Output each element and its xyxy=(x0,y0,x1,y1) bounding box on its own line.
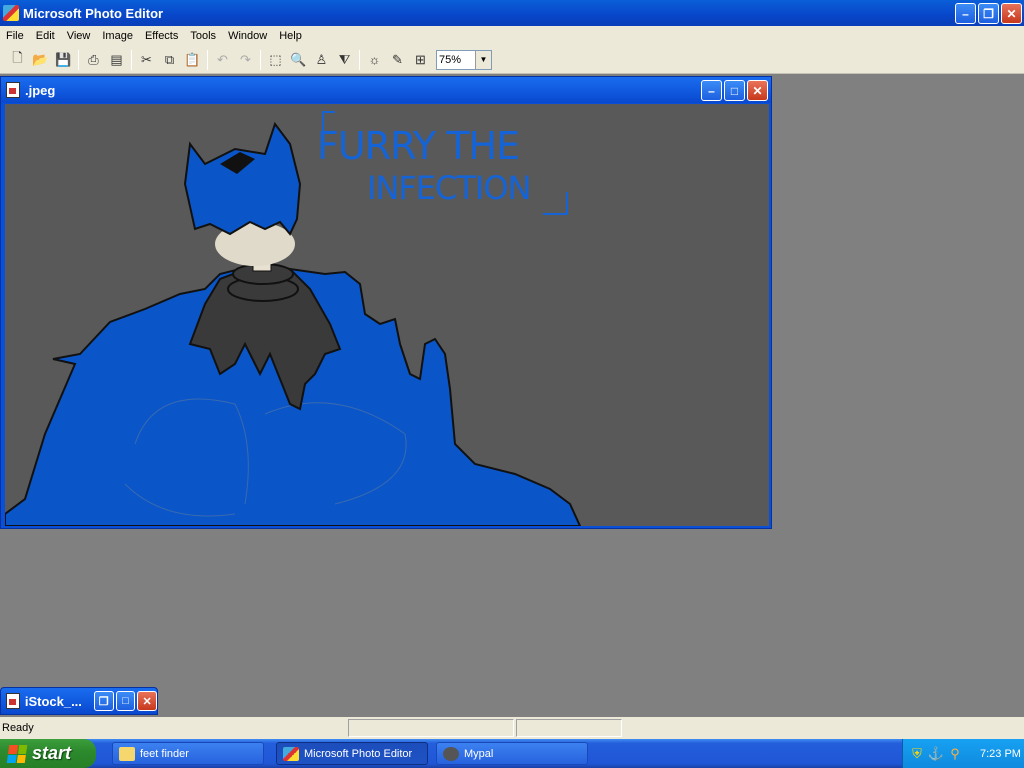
sharpen-icon[interactable]: ⧨ xyxy=(333,49,356,71)
document-maximize-button[interactable]: □ xyxy=(724,80,745,101)
menu-file[interactable]: File xyxy=(0,30,30,42)
photo-editor-app-icon xyxy=(283,746,299,761)
toolbar-separator xyxy=(260,49,261,70)
start-button[interactable]: start xyxy=(0,739,96,768)
app-title: Microsoft Photo Editor xyxy=(23,5,164,21)
toolbar-separator xyxy=(78,49,79,70)
zoom-select[interactable]: 75% ▼ xyxy=(436,49,492,70)
copy-icon[interactable]: ⧉ xyxy=(158,49,181,71)
taskbar: start feet finder Microsoft Photo Editor… xyxy=(0,739,1024,768)
status-bar: Ready xyxy=(0,717,1024,739)
menu-edit[interactable]: Edit xyxy=(30,30,61,42)
image-canvas[interactable]: FURRY THE INFECTION xyxy=(5,104,769,526)
print-icon[interactable]: ⎙ xyxy=(82,49,105,71)
status-text: Ready xyxy=(2,722,34,734)
drawing-blue-head xyxy=(183,121,302,236)
security-shield-icon[interactable]: ⛨ xyxy=(909,746,925,762)
menu-effects[interactable]: Effects xyxy=(139,30,184,42)
zoom-icon[interactable]: 🔍 xyxy=(287,49,310,71)
taskbar-item-feet-finder[interactable]: feet finder xyxy=(112,742,264,765)
document-minimize-button[interactable]: – xyxy=(701,80,722,101)
undo-icon[interactable]: ↶ xyxy=(211,49,234,71)
menu-help[interactable]: Help xyxy=(273,30,308,42)
zoom-value: 75% xyxy=(439,53,462,66)
search-icon[interactable]: ⚲ xyxy=(947,746,963,762)
status-panel xyxy=(348,719,514,737)
cut-icon[interactable]: ✂ xyxy=(135,49,158,71)
menu-bar: File Edit View Image Effects Tools Windo… xyxy=(0,26,1024,46)
menu-image[interactable]: Image xyxy=(96,30,139,42)
mypal-browser-icon xyxy=(443,746,459,761)
balance-icon[interactable]: ☼ xyxy=(363,49,386,71)
status-panel xyxy=(516,719,622,737)
app-minimize-button[interactable]: – xyxy=(955,3,976,24)
toolbar: 🗋 📂 💾 ⎙ ▤ ✂ ⧉ 📋 ↶ ↷ ⬚ 🔍 ♙ ⧨ ☼ ✎ ⊞ 75% ▼ xyxy=(0,46,1024,74)
drawing-text-line2: INFECTION xyxy=(367,169,530,207)
chevron-down-icon[interactable]: ▼ xyxy=(475,50,491,69)
app-restore-button[interactable]: ❐ xyxy=(978,3,999,24)
clock[interactable]: 7:23 PM xyxy=(980,748,1021,760)
taskbar-item-photo-editor[interactable]: Microsoft Photo Editor xyxy=(276,742,428,765)
app-close-button[interactable]: ✕ xyxy=(1001,3,1022,24)
minimized-restore-button[interactable]: ❐ xyxy=(93,691,114,711)
system-tray: ⛨ ⚓ ⚲ 7:23 PM xyxy=(902,739,1024,768)
network-icon[interactable]: ⚓ xyxy=(928,746,944,762)
drawing-text-line1: FURRY THE xyxy=(317,124,519,168)
redo-icon[interactable]: ↷ xyxy=(234,49,257,71)
smudge-icon[interactable]: ♙ xyxy=(310,49,333,71)
taskbar-item-mypal[interactable]: Mypal xyxy=(436,742,588,765)
minimized-document-window[interactable]: iStock_... ❐ □ ✕ xyxy=(0,687,158,715)
taskbar-item-label: feet finder xyxy=(140,747,189,760)
document-window[interactable]: .jpeg – □ ✕ FURRY THE INFECTION xyxy=(0,76,772,529)
taskbar-item-label: Mypal xyxy=(464,747,494,760)
save-icon[interactable]: 💾 xyxy=(52,49,75,71)
toolbar-separator xyxy=(207,49,208,70)
retouch-icon[interactable]: ✎ xyxy=(386,49,409,71)
properties-icon[interactable]: ⊞ xyxy=(409,49,432,71)
photo-editor-app-icon xyxy=(3,5,19,21)
drawing-image: FURRY THE INFECTION xyxy=(5,111,582,526)
app-title-bar[interactable]: Microsoft Photo Editor – ❐ ✕ xyxy=(0,0,1024,26)
jpeg-file-icon xyxy=(6,82,20,98)
windows-logo-icon xyxy=(6,744,28,763)
taskbar-item-label: Microsoft Photo Editor xyxy=(304,747,413,760)
open-icon[interactable]: 📂 xyxy=(29,49,52,71)
toolbar-separator xyxy=(359,49,360,70)
scan-icon[interactable]: ▤ xyxy=(105,49,128,71)
start-label: start xyxy=(32,743,72,763)
document-title: .jpeg xyxy=(25,82,56,98)
new-icon[interactable]: 🗋 xyxy=(6,49,29,71)
select-icon[interactable]: ⬚ xyxy=(264,49,287,71)
document-title-bar[interactable]: .jpeg – □ ✕ xyxy=(1,77,771,103)
menu-view[interactable]: View xyxy=(61,30,97,42)
minimized-close-button[interactable]: ✕ xyxy=(137,691,158,711)
minimized-maximize-button[interactable]: □ xyxy=(115,691,136,711)
document-close-button[interactable]: ✕ xyxy=(747,80,768,101)
minimized-window-title: iStock_... xyxy=(24,693,82,709)
menu-tools[interactable]: Tools xyxy=(184,30,222,42)
jpeg-file-icon xyxy=(6,693,20,709)
menu-window[interactable]: Window xyxy=(222,30,273,42)
folder-icon xyxy=(119,746,135,761)
toolbar-separator xyxy=(131,49,132,70)
paste-icon[interactable]: 📋 xyxy=(181,49,204,71)
